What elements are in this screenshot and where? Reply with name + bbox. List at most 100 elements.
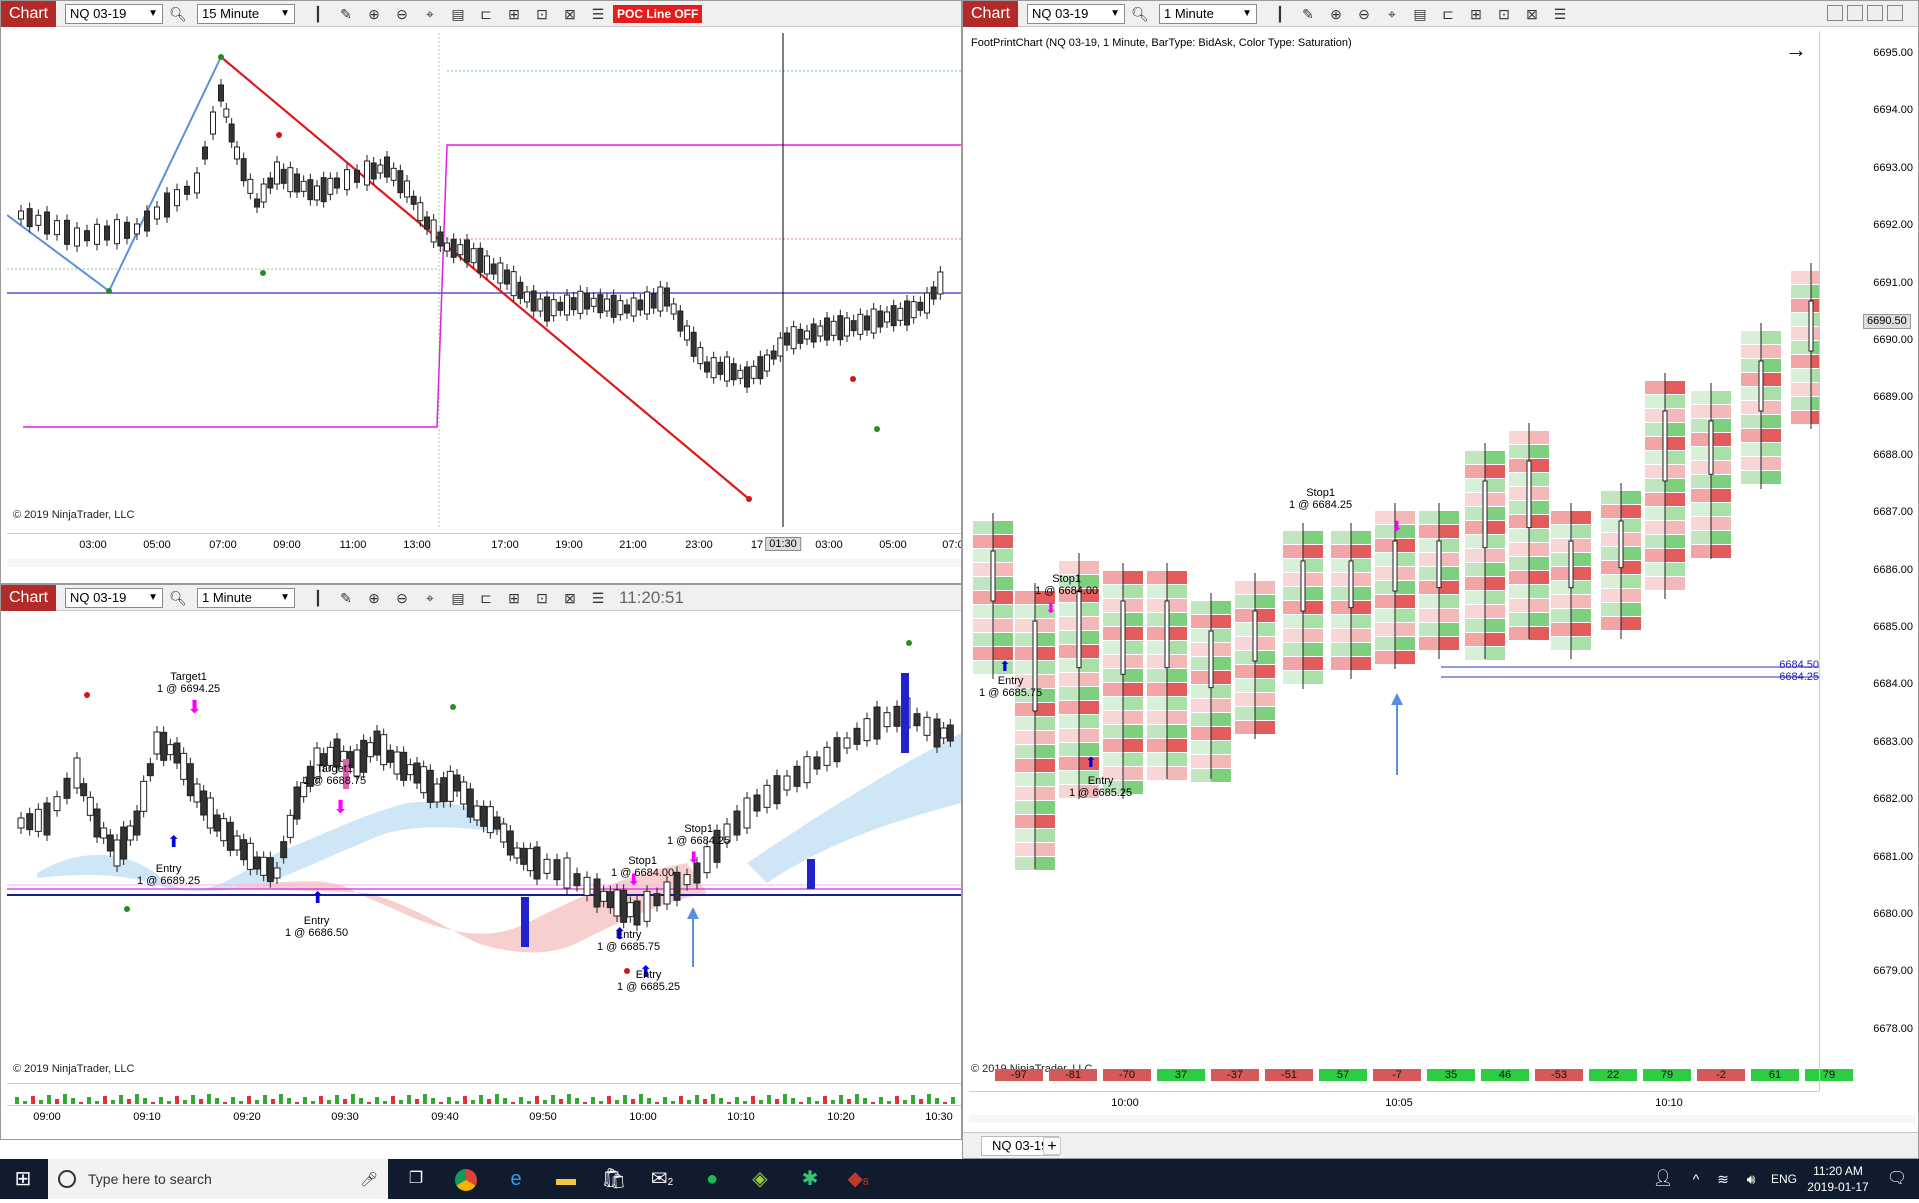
data-box-icon[interactable]: ⊠	[561, 589, 579, 607]
data-box-icon[interactable]: ⊠	[561, 5, 579, 23]
microphone-icon[interactable]: 🎤︎	[360, 1159, 378, 1199]
horizontal-scrollbar[interactable]	[7, 559, 961, 567]
footprint-cell	[1147, 641, 1167, 654]
search-icon[interactable]: 🔍︎	[169, 5, 187, 23]
chart-tag[interactable]: Chart	[1, 1, 57, 27]
bar-type-icon[interactable]: ┃	[309, 589, 327, 607]
price-plot-1min[interactable]: ⬇ ⬆ ⬇ ⬆ ⬇ ⬆ ⬆ ⬇ Target1 1 @ 6694.25 Targe…	[7, 623, 961, 1083]
footprint-cell	[1191, 601, 1211, 614]
pencil-icon[interactable]: ✎	[1299, 5, 1317, 23]
footprint-cell	[1741, 345, 1761, 358]
people-icon[interactable]: 👤︎	[1648, 1159, 1678, 1199]
instrument-select[interactable]: NQ 03-19 ▼	[65, 588, 163, 608]
list-icon[interactable]: ☰	[1551, 5, 1569, 23]
indicator-icon[interactable]: ⊞	[505, 5, 523, 23]
instrument-select[interactable]: NQ 03-19 ▼	[65, 4, 163, 24]
taskbar-search[interactable]: Type here to search 🎤︎	[48, 1159, 388, 1199]
footprint-plot[interactable]: FootPrintChart (NQ 03-19, 1 Minute, BarT…	[969, 31, 1819, 1091]
candle-body	[86, 796, 94, 816]
wifi-icon[interactable]: ≋	[1710, 1159, 1736, 1199]
chart-tag[interactable]: Chart	[1, 585, 57, 611]
arrow-right-icon[interactable]: →	[1785, 37, 1807, 63]
list-icon[interactable]: ☰	[589, 589, 607, 607]
chart-tag[interactable]: Chart	[963, 1, 1019, 27]
chevron-up-icon[interactable]: ^	[1684, 1159, 1708, 1199]
ninjatrader-icon[interactable]: ◆8	[838, 1159, 878, 1199]
horizontal-scrollbar[interactable]	[969, 1115, 1915, 1123]
task-view-icon[interactable]: ❐	[396, 1159, 436, 1199]
footprint-body	[1526, 460, 1532, 529]
time-tick: 09:20	[233, 1111, 261, 1123]
edge-icon[interactable]: e	[496, 1159, 536, 1199]
footprint-cell	[1791, 313, 1811, 326]
restore-icon[interactable]	[1847, 5, 1863, 21]
zoom-in-icon[interactable]: ⊕	[1327, 5, 1345, 23]
candle-body	[704, 361, 710, 373]
interval-select[interactable]: 1 Minute ▼	[1159, 4, 1257, 24]
chart-trader-icon[interactable]: ⊡	[533, 5, 551, 23]
indicator-icon[interactable]: ⊞	[505, 589, 523, 607]
language-indicator[interactable]: ENG	[1766, 1159, 1802, 1199]
volume-bar	[359, 1098, 363, 1104]
indicator-icon[interactable]: ⊞	[1467, 5, 1485, 23]
zoom-out-icon[interactable]: ⊖	[1355, 5, 1373, 23]
strategy-icon[interactable]: ⊏	[1439, 5, 1457, 23]
interval-select[interactable]: 1 Minute ▼	[197, 588, 295, 608]
poc-line-toggle[interactable]: POC Line OFF	[613, 5, 703, 23]
time-tick: 23:00	[685, 539, 713, 551]
chart-trader-icon[interactable]: ⊡	[1495, 5, 1513, 23]
properties-icon[interactable]: ▤	[449, 589, 467, 607]
data-box-icon[interactable]: ⊠	[1523, 5, 1541, 23]
zoom-in-icon[interactable]: ⊕	[365, 589, 383, 607]
maximize-icon[interactable]	[1867, 5, 1883, 21]
footprint-cell	[1167, 655, 1187, 668]
file-explorer-icon[interactable]: ▬	[546, 1159, 586, 1199]
store-icon[interactable]: 🛍︎	[594, 1159, 634, 1199]
strategy-icon[interactable]: ⊏	[477, 589, 495, 607]
bar-type-icon[interactable]: ┃	[1271, 5, 1289, 23]
instrument-select[interactable]: NQ 03-19 ▼	[1027, 4, 1125, 24]
chart-trader-icon[interactable]: ⊡	[533, 589, 551, 607]
crosshair-icon[interactable]: ⌖	[421, 5, 439, 23]
volume-icon[interactable]: 🔊︎	[1738, 1159, 1764, 1199]
candle-body	[314, 185, 320, 201]
close-icon[interactable]	[1887, 5, 1903, 21]
interval-select[interactable]: 15 Minute ▼	[197, 4, 295, 24]
search-icon[interactable]: 🔍︎	[169, 589, 187, 607]
windows-start-icon[interactable]: ⊞	[0, 1159, 46, 1199]
crosshair-icon[interactable]: ⌖	[421, 589, 439, 607]
price-marker: 6690.50	[1863, 314, 1911, 329]
candle-body	[877, 310, 884, 328]
zoom-out-icon[interactable]: ⊖	[393, 5, 411, 23]
app-icon-green[interactable]: ✱	[790, 1159, 830, 1199]
search-icon[interactable]: 🔍︎	[1131, 5, 1149, 23]
zoom-out-icon[interactable]: ⊖	[393, 589, 411, 607]
candle-body	[430, 219, 437, 243]
zoom-in-icon[interactable]: ⊕	[365, 5, 383, 23]
candle-body	[364, 160, 370, 186]
notifications-icon[interactable]: 🗨︎	[1882, 1159, 1912, 1199]
pencil-icon[interactable]: ✎	[337, 5, 355, 23]
app-icon-generic[interactable]: ◈	[740, 1159, 780, 1199]
properties-icon[interactable]: ▤	[1411, 5, 1429, 23]
list-icon[interactable]: ☰	[589, 5, 607, 23]
add-tab-button[interactable]: +	[1043, 1137, 1061, 1155]
crosshair-icon[interactable]: ⌖	[1383, 5, 1401, 23]
price-plot-15min[interactable]: © 2019 NinjaTrader, LLC	[7, 33, 961, 527]
pencil-icon[interactable]: ✎	[337, 589, 355, 607]
chrome-icon[interactable]	[446, 1159, 486, 1199]
minimize-icon[interactable]	[1827, 5, 1843, 21]
spotify-icon[interactable]: ●	[692, 1159, 732, 1199]
mail-icon[interactable]: ✉2	[642, 1159, 682, 1199]
strategy-icon[interactable]: ⊏	[477, 5, 495, 23]
bar-type-icon[interactable]: ┃	[309, 5, 327, 23]
footprint-cell	[1123, 641, 1143, 654]
volume-bar	[319, 1096, 323, 1104]
time-tick: 10:20	[827, 1111, 855, 1123]
properties-icon[interactable]: ▤	[449, 5, 467, 23]
footprint-cell	[973, 535, 993, 548]
footprint-cell	[1529, 487, 1549, 500]
candle-body	[233, 835, 241, 851]
clock-area[interactable]: 11:20 AM 2019-01-17	[1798, 1163, 1878, 1195]
footprint-cell	[1571, 581, 1591, 594]
